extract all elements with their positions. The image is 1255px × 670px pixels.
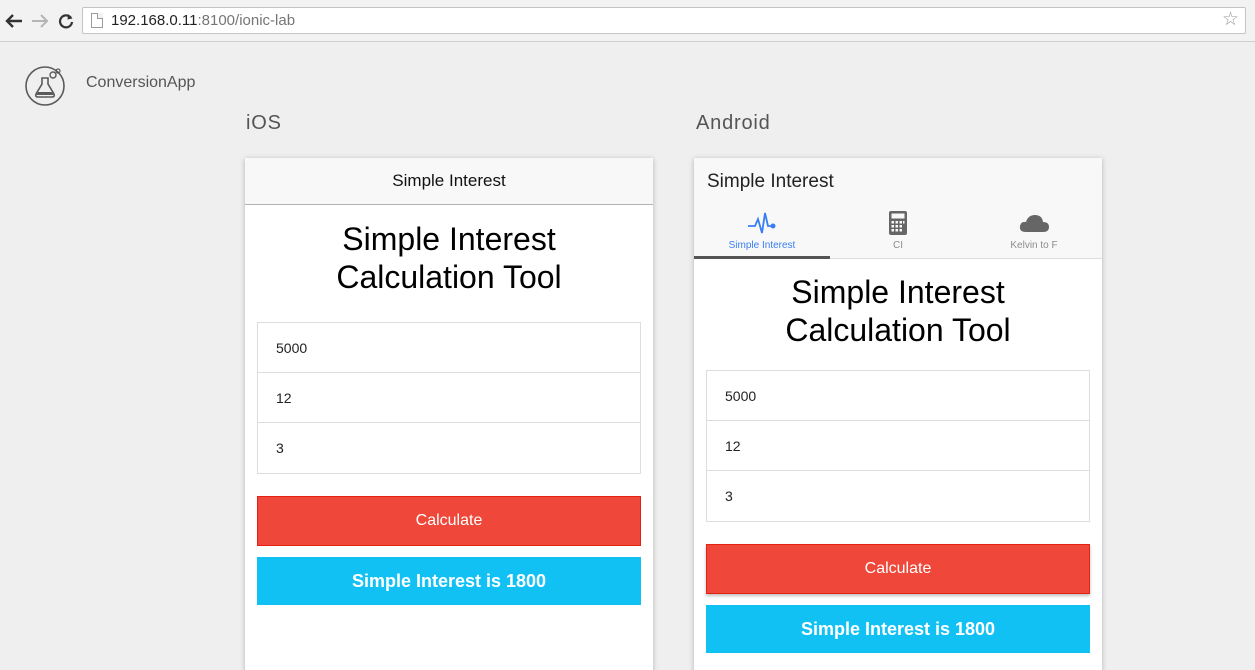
android-calculate-button[interactable]: Calculate [706, 544, 1090, 594]
ios-calculate-button[interactable]: Calculate [257, 496, 641, 546]
page-icon [91, 13, 103, 28]
app-name: ConversionApp [86, 74, 196, 91]
android-heading-text: Simple Interest Calculation Tool [785, 274, 1011, 348]
ios-principal-row [258, 323, 640, 373]
android-input-list [706, 370, 1090, 522]
calculator-icon [888, 208, 908, 238]
forward-arrow-icon[interactable] [30, 11, 50, 31]
tab-label: Kelvin to F [1010, 240, 1058, 251]
tab-label: CI [893, 240, 903, 251]
bookmark-star-icon[interactable]: ☆ [1222, 9, 1239, 31]
ios-time-input[interactable] [276, 440, 640, 456]
ios-nav-bar: Simple Interest [245, 158, 653, 205]
android-page-heading: Simple Interest Calculation Tool [694, 273, 1102, 349]
android-rate-row [707, 421, 1089, 471]
android-time-input[interactable] [725, 488, 1089, 504]
tab-simple-interest[interactable]: Simple Interest [694, 206, 830, 259]
android-principal-input[interactable] [725, 387, 1089, 404]
address-bar[interactable]: 192.168.0.11:8100/ionic-lab ☆ [82, 7, 1246, 34]
ios-principal-input[interactable] [276, 339, 640, 356]
ios-rate-row [258, 373, 640, 423]
tab-kelvin-to-f[interactable]: Kelvin to F [966, 206, 1102, 258]
android-toolbar: Simple Interest [694, 158, 1102, 206]
pulse-icon [747, 208, 777, 238]
ios-heading-text: Simple Interest Calculation Tool [336, 221, 562, 295]
ios-platform-label: iOS [246, 112, 282, 134]
cloud-icon [1018, 208, 1050, 238]
android-platform-label: Android [696, 112, 771, 134]
android-result-banner: Simple Interest is 1800 [706, 605, 1090, 653]
back-arrow-icon[interactable] [4, 11, 24, 31]
ios-page-heading: Simple Interest Calculation Tool [245, 220, 653, 296]
url-host: 192.168.0.11 [111, 12, 198, 29]
android-time-row [707, 471, 1089, 521]
ios-result-banner: Simple Interest is 1800 [257, 557, 641, 605]
tab-ci[interactable]: CI [830, 206, 966, 258]
android-device-preview: Simple Interest Simple Interest CI Kelvi… [694, 158, 1102, 670]
ionic-lab-logo-icon [24, 64, 67, 107]
url-text: 192.168.0.11:8100/ionic-lab [111, 12, 295, 29]
ios-device-preview: Simple Interest Simple Interest Calculat… [245, 158, 653, 670]
url-path: :8100/ionic-lab [197, 12, 296, 29]
tab-label: Simple Interest [728, 240, 796, 251]
ios-input-list [257, 322, 641, 474]
android-principal-row [707, 371, 1089, 421]
reload-icon[interactable] [56, 11, 76, 31]
browser-toolbar: 192.168.0.11:8100/ionic-lab ☆ [0, 0, 1255, 42]
ios-rate-input[interactable] [276, 389, 640, 406]
ios-header-title: Simple Interest [392, 171, 506, 190]
android-tab-bar: Simple Interest CI Kelvin to F [694, 206, 1102, 259]
ios-time-row [258, 423, 640, 473]
android-header-title: Simple Interest [707, 171, 834, 192]
android-rate-input[interactable] [725, 437, 1089, 454]
